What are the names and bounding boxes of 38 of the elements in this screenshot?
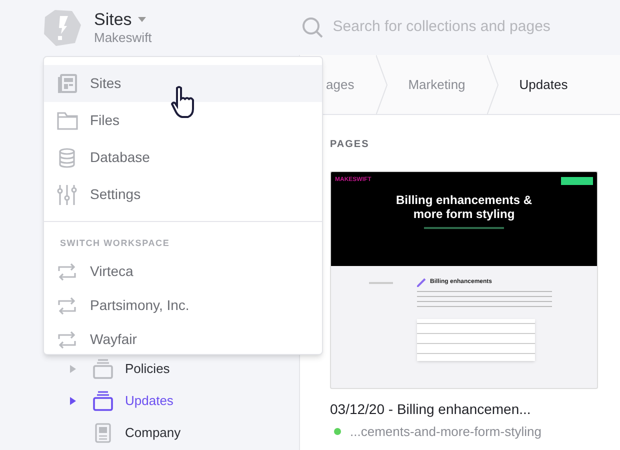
tree-item[interactable]: Policies — [0, 353, 299, 385]
switch-icon — [57, 330, 77, 348]
page-slug: ...cements-and-more-form-styling — [350, 423, 542, 441]
expand-arrow-icon[interactable] — [70, 397, 76, 405]
tree-item[interactable]: Company — [0, 417, 299, 449]
section-title: SWITCH WORKSPACE — [60, 237, 171, 250]
tag-block — [561, 176, 593, 184]
page-title[interactable]: 03/12/20 - Billing enhancemen... — [330, 399, 599, 420]
breadcrumb-item[interactable]: Marketing — [388, 55, 488, 114]
stack-icon — [93, 359, 113, 379]
sliders-icon — [57, 184, 77, 204]
stack-icon — [93, 391, 113, 411]
menu-item[interactable]: Settings — [44, 176, 322, 213]
folder-icon — [56, 112, 78, 130]
menu-item[interactable]: Files — [44, 102, 322, 139]
site-title[interactable]: Sites — [94, 10, 132, 30]
menu-item[interactable]: Database — [44, 139, 322, 176]
search-field[interactable]: Search for collections and pages — [332, 16, 583, 39]
tree-item[interactable]: Updates — [0, 385, 299, 417]
layout-icon — [57, 74, 77, 94]
database-icon — [59, 148, 75, 168]
thumbnail-heading: Billing enhancements & more form styling — [394, 193, 534, 221]
workspace-item[interactable]: Partsimony, Inc. — [44, 288, 322, 322]
search-icon — [302, 17, 323, 38]
section-title: PAGES — [330, 138, 370, 152]
text-line — [369, 282, 393, 284]
workspace-item[interactable]: Virteca — [44, 254, 322, 288]
breadcrumb-item[interactable]: Updates — [499, 55, 580, 114]
page-icon — [95, 423, 111, 443]
menu-item[interactable]: Sites — [44, 65, 322, 102]
pencil-icon — [417, 278, 426, 287]
hand-cursor-icon — [171, 85, 195, 119]
caret-icon[interactable] — [138, 17, 146, 22]
switch-icon — [57, 262, 77, 280]
logo-icon — [42, 8, 82, 48]
switch-icon — [57, 296, 77, 314]
workspace-name: Makeswift — [94, 30, 152, 46]
workspace-item[interactable]: Wayfair — [44, 322, 322, 354]
